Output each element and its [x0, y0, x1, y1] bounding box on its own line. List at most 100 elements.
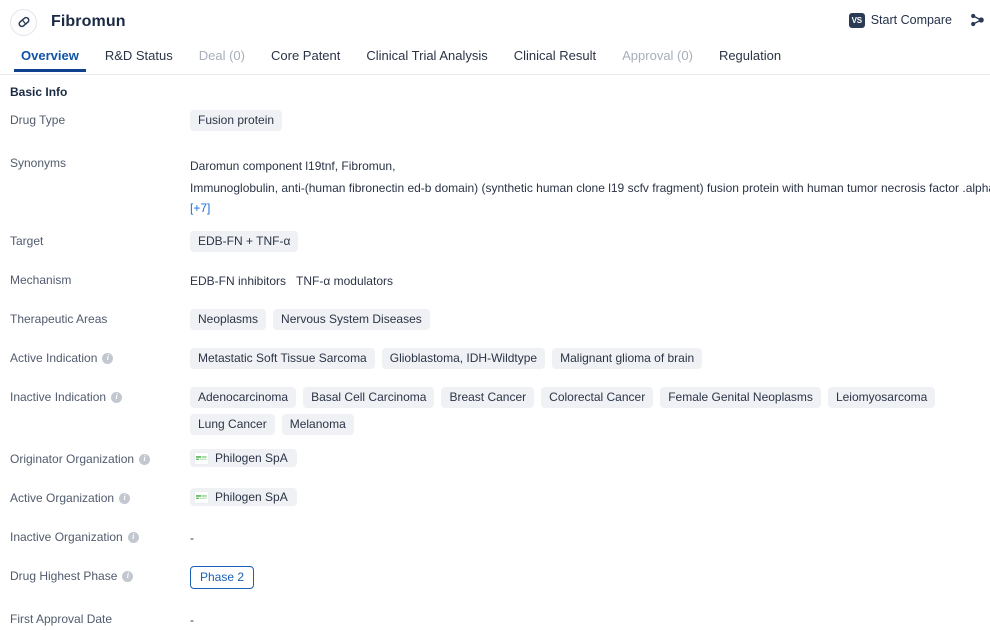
field-label-synonyms: Synonyms	[10, 152, 190, 170]
mechanism-list: EDB-FN inhibitors TNF-α modulators	[190, 270, 990, 288]
synonyms-show-more-link[interactable]: [+7]	[190, 201, 210, 215]
field-label-originator-organization: Originator Organization i	[10, 448, 190, 466]
field-row-synonyms: Synonyms Daromun component l19tnf, Fibro…	[0, 152, 990, 217]
info-icon[interactable]: i	[127, 531, 139, 543]
tab-clinical-result[interactable]: Clinical Result	[501, 44, 609, 72]
field-row-inactive-organization: Inactive Organization i -	[0, 526, 990, 552]
field-label-text: Synonyms	[10, 156, 67, 170]
info-icon[interactable]: i	[119, 492, 131, 504]
mechanism-item: EDB-FN inhibitors	[190, 274, 287, 288]
synonyms-text: Daromun component l19tnf, Fibromun, Immu…	[190, 153, 990, 199]
field-row-mechanism: Mechanism EDB-FN inhibitors TNF-α modula…	[0, 269, 990, 295]
tag-item[interactable]: Female Genital Neoplasms	[660, 387, 821, 408]
field-label-text: Inactive Indication	[10, 390, 107, 404]
page-title: Fibromun	[51, 13, 126, 30]
tab-deal[interactable]: Deal (0)	[186, 44, 258, 72]
field-row-drug-highest-phase: Drug Highest Phase i Phase 2	[0, 565, 990, 591]
field-label-text: Originator Organization	[10, 452, 135, 466]
field-label-active-organization: Active Organization i	[10, 487, 190, 505]
tag-item[interactable]: Leiomyosarcoma	[827, 387, 936, 408]
field-label-text: First Approval Date	[10, 612, 113, 626]
field-label-drug-type: Drug Type	[10, 109, 190, 127]
section-title-basic-info: Basic Info	[10, 85, 68, 99]
tab-overview[interactable]: Overview	[8, 44, 92, 72]
synonyms-line-2: Immunoglobulin, anti-(human fibronectin …	[190, 181, 990, 195]
tag-item[interactable]: Lung Cancer	[190, 414, 275, 435]
field-row-target: Target EDB-FN + TNF-α	[0, 230, 990, 256]
tab-bar: Overview R&D Status Deal (0) Core Patent…	[0, 44, 990, 75]
field-label-inactive-indication: Inactive Indication i	[10, 386, 190, 404]
field-value-active-indication: Metastatic Soft Tissue Sarcoma Glioblast…	[190, 347, 990, 369]
tab-regulation[interactable]: Regulation	[706, 44, 794, 72]
tag-item[interactable]: Colorectal Cancer	[541, 387, 654, 408]
tab-clinical-trial-analysis[interactable]: Clinical Trial Analysis	[353, 44, 500, 72]
info-icon[interactable]: i	[111, 391, 123, 403]
field-row-active-organization: Active Organization i Philogen SpA	[0, 487, 990, 513]
field-label-first-approval-date: First Approval Date	[10, 608, 190, 626]
field-label-text: Active Indication	[10, 351, 98, 365]
field-value-active-organization: Philogen SpA	[190, 487, 990, 506]
field-label-text: Target	[10, 234, 44, 248]
tag-list: Neoplasms Nervous System Diseases	[190, 309, 990, 330]
tag-item[interactable]: Metastatic Soft Tissue Sarcoma	[190, 348, 375, 369]
capsule-icon	[10, 8, 37, 36]
tag-item[interactable]: Fusion protein	[190, 110, 283, 131]
field-label-therapeutic-areas: Therapeutic Areas	[10, 308, 190, 326]
tag-item[interactable]: Basal Cell Carcinoma	[303, 387, 435, 408]
field-value-therapeutic-areas: Neoplasms Nervous System Diseases	[190, 308, 990, 330]
field-label-inactive-organization: Inactive Organization i	[10, 526, 190, 544]
field-label-text: Drug Highest Phase	[10, 569, 118, 583]
field-label-text: Mechanism	[10, 273, 72, 287]
tag-item[interactable]: Melanoma	[281, 414, 354, 435]
field-row-inactive-indication: Inactive Indication i Adenocarcinoma Bas…	[0, 386, 990, 435]
vs-icon: VS	[848, 12, 865, 28]
tag-item[interactable]: Neoplasms	[190, 309, 267, 330]
field-value-inactive-indication: Adenocarcinoma Basal Cell Carcinoma Brea…	[190, 386, 990, 435]
tag-item[interactable]: Breast Cancer	[441, 387, 535, 408]
field-value-drug-type: Fusion protein	[190, 109, 990, 131]
tag-item[interactable]: Glioblastoma, IDH-Wildtype	[381, 348, 546, 369]
tag-list: Adenocarcinoma Basal Cell Carcinoma Brea…	[190, 387, 990, 435]
share-nodes-icon[interactable]	[966, 9, 988, 31]
company-logo-icon	[194, 451, 209, 465]
field-row-originator-organization: Originator Organization i Philogen SpA	[0, 448, 990, 474]
info-icon[interactable]: i	[139, 453, 151, 465]
tag-item[interactable]: EDB-FN + TNF-α	[190, 231, 299, 252]
organization-tag[interactable]: Philogen SpA	[190, 488, 297, 506]
info-icon[interactable]: i	[122, 570, 134, 582]
start-compare-button[interactable]: VS Start Compare	[848, 12, 952, 28]
tab-rd-status[interactable]: R&D Status	[92, 44, 186, 72]
field-row-drug-type: Drug Type Fusion protein	[0, 109, 990, 135]
field-row-active-indication: Active Indication i Metastatic Soft Tiss…	[0, 347, 990, 373]
tag-list: Philogen SpA	[190, 488, 990, 506]
header-actions: VS Start Compare	[848, 9, 990, 31]
field-value-target: EDB-FN + TNF-α	[190, 230, 990, 252]
organization-tag[interactable]: Philogen SpA	[190, 449, 297, 467]
field-row-therapeutic-areas: Therapeutic Areas Neoplasms Nervous Syst…	[0, 308, 990, 334]
field-value-mechanism: EDB-FN inhibitors TNF-α modulators	[190, 269, 990, 288]
tag-item[interactable]: Nervous System Diseases	[273, 309, 430, 330]
tag-item[interactable]: Malignant glioma of brain	[552, 348, 703, 369]
field-label-drug-highest-phase: Drug Highest Phase i	[10, 565, 190, 583]
field-label-text: Inactive Organization	[10, 530, 123, 544]
field-label-mechanism: Mechanism	[10, 269, 190, 287]
info-icon[interactable]: i	[102, 352, 114, 364]
tag-item[interactable]: Adenocarcinoma	[190, 387, 297, 408]
field-label-text: Active Organization	[10, 491, 115, 505]
tab-core-patent[interactable]: Core Patent	[258, 44, 353, 72]
overview-panel: Basic Info Drug Type Fusion protein Syno…	[0, 75, 990, 630]
phase-badge[interactable]: Phase 2	[190, 566, 255, 589]
start-compare-label: Start Compare	[870, 13, 952, 27]
tab-approval[interactable]: Approval (0)	[609, 44, 706, 72]
company-logo-icon	[194, 490, 209, 504]
field-value-synonyms: Daromun component l19tnf, Fibromun, Immu…	[190, 152, 990, 217]
mechanism-item: TNF-α modulators	[296, 274, 393, 288]
field-label-text: Therapeutic Areas	[10, 312, 108, 326]
tag-list: Fusion protein	[190, 110, 990, 131]
organization-name: Philogen SpA	[215, 451, 288, 465]
organization-name: Philogen SpA	[215, 490, 288, 504]
field-label-text: Drug Type	[10, 113, 66, 127]
tag-list: Metastatic Soft Tissue Sarcoma Glioblast…	[190, 348, 990, 369]
tag-list: EDB-FN + TNF-α	[190, 231, 990, 252]
synonyms-line-1: Daromun component l19tnf, Fibromun,	[190, 159, 396, 173]
